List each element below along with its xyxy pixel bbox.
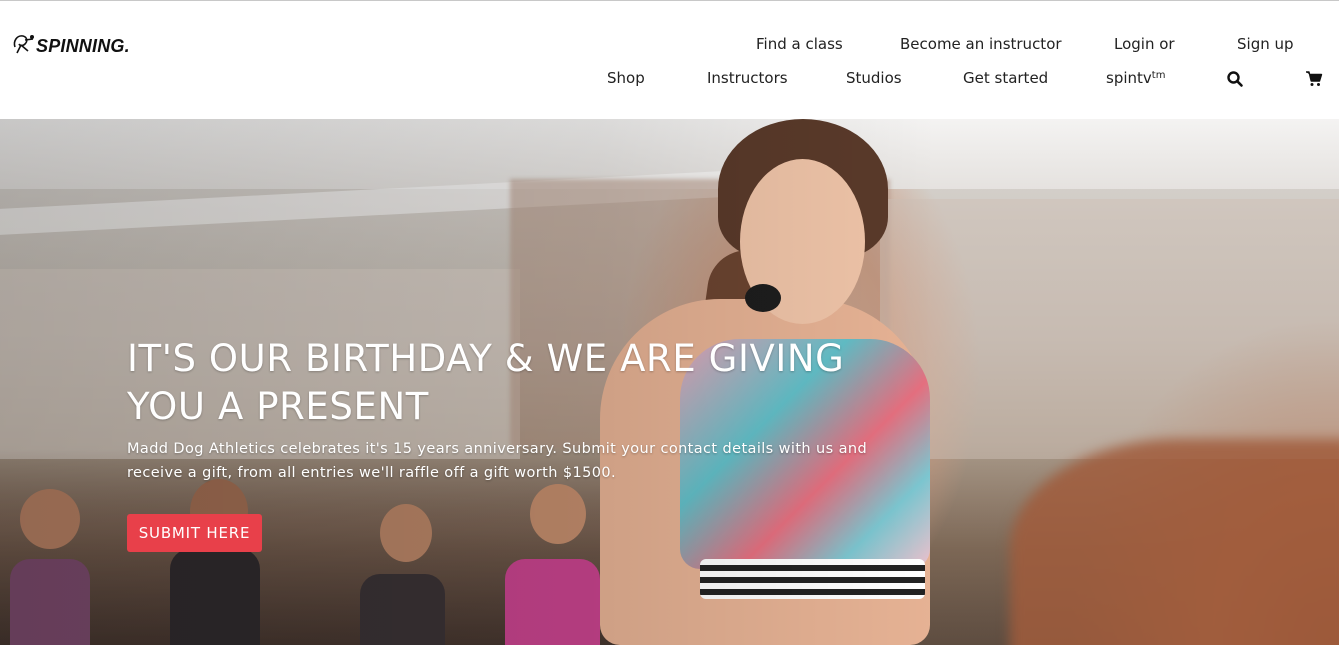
search-icon[interactable]	[1226, 70, 1244, 88]
nav-get-started[interactable]: Get started	[963, 69, 1048, 87]
nav-login[interactable]: Login or	[1114, 35, 1175, 53]
spintv-trademark: tm	[1151, 70, 1166, 81]
logo-text: SPINNING.	[36, 35, 130, 56]
hero-title: IT'S OUR BIRTHDAY & WE ARE GIVING YOU A …	[127, 337, 845, 428]
spintv-label: spintv	[1106, 69, 1152, 87]
nav-instructors[interactable]: Instructors	[707, 69, 788, 87]
nav-find-class[interactable]: Find a class	[756, 35, 843, 53]
nav-spintv[interactable]: spintvtm	[1106, 69, 1165, 87]
nav-signup[interactable]: Sign up	[1237, 35, 1294, 53]
spinning-logo[interactable]: SPINNING.	[11, 31, 130, 57]
nav-shop[interactable]: Shop	[607, 69, 645, 87]
nav-studios[interactable]: Studios	[846, 69, 902, 87]
nav-become-instructor[interactable]: Become an instructor	[900, 35, 1062, 53]
spinning-logo-icon	[13, 35, 34, 54]
cart-icon[interactable]	[1305, 70, 1323, 88]
hero-banner: IT'S OUR BIRTHDAY & WE ARE GIVING YOU A …	[0, 119, 1339, 645]
site-header: SPINNING. Find a class Become an instruc…	[0, 1, 1339, 119]
submit-here-button[interactable]: SUBMIT HERE	[127, 514, 262, 552]
hero-description: Madd Dog Athletics celebrates it's 15 ye…	[127, 441, 868, 481]
